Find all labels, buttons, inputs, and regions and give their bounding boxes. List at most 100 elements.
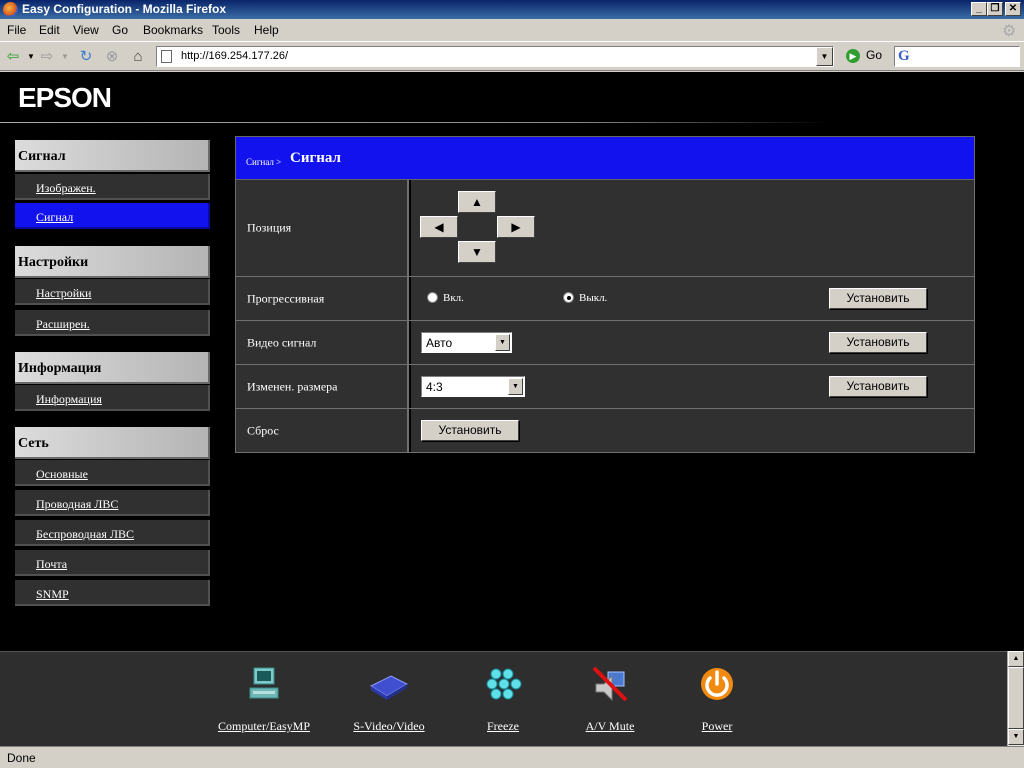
sidebar-item-label[interactable]: Настройки [36, 286, 91, 300]
go-icon: ▶ [846, 48, 860, 63]
position-right-button[interactable]: ▶ [497, 216, 535, 238]
menu-tools[interactable]: Tools [212, 23, 240, 37]
sidebar-item-label[interactable]: Проводная ЛВС [36, 497, 118, 511]
progressive-on-radio[interactable] [427, 292, 438, 303]
sidebar-item-label[interactable]: SNMP [36, 587, 69, 601]
url-bar[interactable]: http://169.254.177.26/ ▼ [156, 46, 834, 67]
freeze-tool[interactable]: Freeze [484, 664, 522, 734]
sidebar-item-image[interactable]: Изображен. [15, 174, 210, 200]
page-content: EPSON Сигнал Изображен. Сигнал Настройки… [0, 72, 1024, 651]
menu-edit[interactable]: Edit [39, 23, 60, 37]
sidebar-item-wireless-lan[interactable]: Беспроводная ЛВС [15, 520, 210, 546]
sidebar-item-label[interactable]: Почта [36, 557, 67, 571]
chevron-down-icon[interactable]: ▼ [495, 334, 510, 351]
epson-logo: EPSON [18, 82, 112, 113]
video-signal-label-text: Видео сигнал [247, 335, 317, 349]
position-controls: ▲ ◀ ▶ ▼ [411, 180, 974, 276]
url-dropdown-button[interactable]: ▼ [816, 47, 833, 66]
video-signal-select[interactable]: Авто ▼ [421, 332, 512, 353]
scroll-up-button[interactable]: ▲ [1008, 651, 1024, 667]
sidebar-item-label[interactable]: Беспроводная ЛВС [36, 527, 134, 541]
firefox-icon [3, 2, 18, 17]
progressive-label-text: Прогрессивная [247, 291, 325, 305]
sidebar-item-mail[interactable]: Почта [15, 550, 210, 576]
forward-icon[interactable]: ⇨ [38, 48, 56, 66]
sidebar-item-label[interactable]: Сигнал [36, 210, 73, 224]
url-text[interactable]: http://169.254.177.26/ [181, 50, 288, 62]
status-bar: Done [0, 746, 1024, 768]
svideo-video-tool[interactable]: S-Video/Video [348, 664, 430, 734]
panel-header: Сигнал > Сигнал [235, 136, 975, 180]
reset-label: Сброс [236, 409, 409, 452]
menu-view[interactable]: View [73, 23, 99, 37]
back-icon[interactable]: ⇦ [4, 48, 22, 66]
power-tool[interactable]: Power [696, 664, 738, 734]
sidebar-item-advanced[interactable]: Расширен. [15, 310, 210, 336]
av-mute-tool[interactable]: A/V Mute [580, 664, 640, 734]
chevron-down-icon[interactable]: ▼ [508, 378, 523, 395]
google-icon[interactable]: G [898, 48, 910, 65]
scroll-down-button[interactable]: ▼ [1008, 729, 1024, 745]
menu-file[interactable]: File [7, 23, 26, 37]
position-label-text: Позиция [247, 220, 292, 235]
av-mute-icon [592, 666, 628, 702]
reset-row: Сброс Установить [235, 409, 975, 453]
power-link[interactable]: Power [702, 719, 733, 733]
position-down-button[interactable]: ▼ [458, 241, 496, 263]
sidebar-item-signal[interactable]: Сигнал [15, 203, 210, 229]
go-button[interactable]: ▶ Go [846, 48, 882, 63]
forward-dropdown-icon[interactable]: ▼ [56, 48, 74, 66]
search-input[interactable]: G [894, 46, 1020, 67]
progressive-set-button[interactable]: Установить [829, 288, 927, 309]
progressive-off-radio[interactable] [563, 292, 574, 303]
freeze-icon [486, 668, 522, 700]
video-signal-controls: Авто ▼ Установить [411, 321, 974, 364]
projector-control-bar: Computer/EasyMP S-Video/Video Freeze A/V… [0, 651, 1007, 746]
home-icon[interactable]: ⌂ [129, 48, 147, 66]
minimize-button[interactable]: _ [971, 2, 987, 16]
maximize-button[interactable]: ❐ [987, 2, 1003, 16]
resize-set-button[interactable]: Установить [829, 376, 927, 397]
resize-controls: 4:3 ▼ Установить [411, 365, 974, 408]
throbber-icon: ⚙ [1002, 23, 1017, 40]
reset-label-text: Сброс [247, 423, 279, 437]
navigation-toolbar: ⇦ ▼ ⇨ ▼ ↻ ⊗ ⌂ http://169.254.177.26/ ▼ ▶… [0, 41, 1024, 71]
computer-easymp-tool[interactable]: Computer/EasyMP [212, 664, 316, 734]
stop-icon[interactable]: ⊗ [103, 48, 121, 66]
sidebar-item-basic[interactable]: Основные [15, 460, 210, 486]
video-icon [369, 675, 409, 700]
sidebar-item-label[interactable]: Информация [36, 392, 102, 406]
scroll-thumb[interactable] [1008, 667, 1024, 729]
breadcrumb: Сигнал > [246, 157, 282, 167]
sidebar-header-network: Сеть [15, 427, 210, 459]
sidebar-item-label[interactable]: Расширен. [36, 317, 90, 331]
video-signal-set-button[interactable]: Установить [829, 332, 927, 353]
sidebar-header-signal: Сигнал [15, 140, 210, 172]
sidebar-item-settings[interactable]: Настройки [15, 279, 210, 305]
frame-scrollbar[interactable]: ▲ ▼ [1007, 651, 1024, 746]
menu-help[interactable]: Help [254, 23, 279, 37]
svideo-video-link[interactable]: S-Video/Video [353, 719, 424, 733]
position-up-button[interactable]: ▲ [458, 191, 496, 213]
av-mute-link[interactable]: A/V Mute [586, 719, 635, 733]
go-label: Go [866, 48, 883, 62]
menu-bookmarks[interactable]: Bookmarks [143, 23, 203, 37]
position-left-button[interactable]: ◀ [420, 216, 458, 238]
progressive-label: Прогрессивная [236, 277, 409, 320]
status-text: Done [7, 751, 36, 765]
close-button[interactable]: ✕ [1005, 2, 1021, 16]
sidebar-item-wired-lan[interactable]: Проводная ЛВС [15, 490, 210, 516]
reload-icon[interactable]: ↻ [77, 48, 95, 66]
sidebar-item-label[interactable]: Изображен. [36, 181, 96, 195]
freeze-link[interactable]: Freeze [487, 719, 519, 733]
resize-value: 4:3 [426, 380, 443, 394]
menu-go[interactable]: Go [112, 23, 128, 37]
progressive-row: Прогрессивная Вкл. Выкл. Установить [235, 277, 975, 321]
computer-easymp-link[interactable]: Computer/EasyMP [218, 719, 310, 733]
resize-select[interactable]: 4:3 ▼ [421, 376, 525, 397]
header-divider [0, 122, 830, 123]
sidebar-item-info[interactable]: Информация [15, 385, 210, 411]
reset-set-button[interactable]: Установить [421, 420, 519, 441]
sidebar-item-snmp[interactable]: SNMP [15, 580, 210, 606]
sidebar-item-label[interactable]: Основные [36, 467, 88, 481]
